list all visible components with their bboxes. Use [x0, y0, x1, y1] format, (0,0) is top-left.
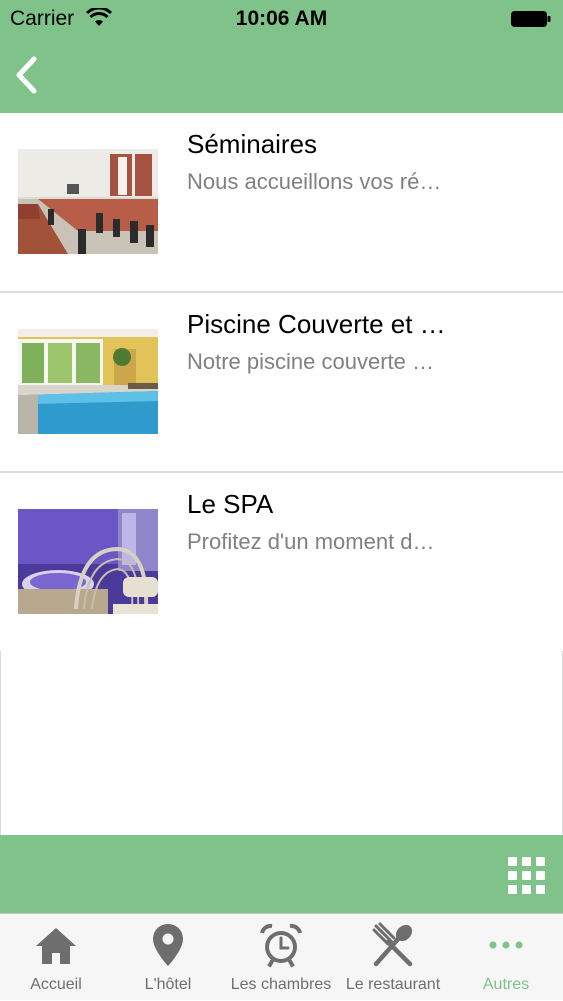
list-item[interactable]: Piscine Couverte et … Notre piscine couv… [0, 293, 563, 473]
battery-icon [511, 11, 551, 27]
home-icon [36, 928, 76, 964]
chevron-left-icon[interactable] [8, 52, 46, 98]
tab-restaurant[interactable]: Le restaurant [337, 914, 449, 1001]
tab-label: Les chambres [230, 976, 332, 993]
indoor-pool-image [18, 329, 158, 434]
spa-jacuzzi-image [18, 509, 158, 614]
status-time: 10:06 AM [235, 7, 328, 30]
tab-bar: Accueil L'hôtel Les chambres Le restaura… [0, 913, 563, 1000]
tab-chambres[interactable]: Les chambres [225, 914, 337, 1001]
services-list: Séminaires Nous accueillons vos ré… Pisc… [0, 113, 563, 653]
alarm-clock-icon [260, 923, 302, 968]
tab-label: Autres [482, 976, 530, 993]
list-item[interactable]: Le SPA Profitez d'un moment d… [0, 473, 563, 653]
item-title: Séminaires [187, 129, 318, 159]
grid-icon[interactable] [508, 857, 546, 895]
tab-accueil[interactable]: Accueil [0, 914, 112, 1001]
item-subtitle: Notre piscine couverte … [187, 349, 434, 374]
tab-label: L'hôtel [144, 976, 192, 993]
tab-autres[interactable]: Autres [450, 914, 562, 1001]
item-subtitle: Nous accueillons vos ré… [187, 169, 442, 194]
more-dots-icon [489, 941, 523, 949]
item-title: Piscine Couverte et … [187, 309, 446, 339]
map-pin-icon [153, 924, 183, 966]
empty-content-area [0, 651, 563, 836]
status-bar: Carrier 10:06 AM [0, 0, 563, 38]
seminar-room-image [18, 149, 158, 254]
item-title: Le SPA [187, 489, 274, 519]
navigation-bar [0, 38, 563, 113]
item-subtitle: Profitez d'un moment d… [187, 529, 435, 554]
list-item[interactable]: Séminaires Nous accueillons vos ré… [0, 113, 563, 293]
tab-hotel[interactable]: L'hôtel [112, 914, 224, 1001]
fork-spoon-icon [372, 922, 413, 967]
tab-label: Le restaurant [345, 976, 441, 993]
tab-label: Accueil [30, 976, 82, 993]
bottom-toolbar [0, 835, 563, 913]
